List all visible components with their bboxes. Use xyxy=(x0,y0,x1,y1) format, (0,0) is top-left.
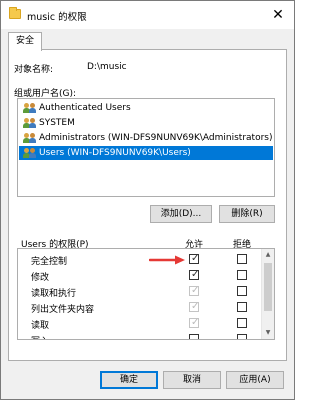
permission-row-write: 写入 xyxy=(18,331,262,339)
permission-name: 完全控制 xyxy=(31,257,68,267)
allow-checkbox: ✓ xyxy=(189,285,200,296)
permission-row-full-control: 完全控制 ✓ xyxy=(18,251,262,267)
users-group-icon xyxy=(23,103,37,113)
close-button[interactable]: ✕ xyxy=(266,4,290,26)
scroll-thumb[interactable] xyxy=(264,263,272,311)
permission-name: 列出文件夹内容 xyxy=(31,305,95,315)
permission-name: 读取和执行 xyxy=(31,289,77,299)
tab-security[interactable]: 安全 xyxy=(8,32,42,51)
allow-checkbox: ✓ xyxy=(189,317,200,328)
deny-checkbox[interactable] xyxy=(237,270,247,280)
permission-name: 写入 xyxy=(31,334,49,339)
check-icon: ✓ xyxy=(191,285,200,296)
groups-listbox[interactable]: Authenticated Users SYSTEM Administrator… xyxy=(17,98,275,197)
ok-button[interactable]: 确定 xyxy=(100,371,158,389)
list-item-label: Administrators (WIN-DFS9NUNV69K\Administ… xyxy=(39,133,273,143)
allow-checkbox[interactable] xyxy=(189,334,199,339)
allow-checkbox[interactable]: ✓ xyxy=(189,253,200,264)
allow-checkbox[interactable]: ✓ xyxy=(189,269,200,280)
tab-strip: 安全 xyxy=(8,32,287,51)
permissions-list: 完全控制 ✓ 修改 ✓ 读取和执行 ✓ 列出文件夹内容 ✓ 读取 ✓ 写入 xyxy=(17,248,275,340)
list-item-administrators[interactable]: Administrators (WIN-DFS9NUNV69K\Administ… xyxy=(19,131,273,145)
annotation-arrow-icon xyxy=(149,255,185,265)
apply-button[interactable]: 应用(A) xyxy=(226,371,284,389)
folder-icon xyxy=(9,7,21,19)
allow-checkbox: ✓ xyxy=(189,301,200,312)
deny-checkbox[interactable] xyxy=(237,254,247,264)
check-icon: ✓ xyxy=(191,301,200,312)
list-item-authenticated-users[interactable]: Authenticated Users xyxy=(19,101,273,115)
users-group-icon xyxy=(23,148,37,158)
deny-checkbox[interactable] xyxy=(237,286,247,296)
object-name-label: 对象名称: xyxy=(14,65,54,75)
permissions-dialog: music 的权限 ✕ 安全 对象名称: D:\music 组或用户名(G): … xyxy=(0,0,295,400)
list-item-label: Users (WIN-DFS9NUNV69K\Users) xyxy=(39,148,191,158)
scroll-up-icon[interactable]: ▲ xyxy=(262,249,274,261)
object-name-value: D:\music xyxy=(87,62,127,72)
permission-row-read: 读取 ✓ xyxy=(18,315,262,331)
permission-row-list-folder: 列出文件夹内容 ✓ xyxy=(18,299,262,315)
deny-checkbox[interactable] xyxy=(237,318,247,328)
deny-checkbox[interactable] xyxy=(237,302,247,312)
scroll-down-icon[interactable]: ▼ xyxy=(262,327,274,339)
permission-row-read-execute: 读取和执行 ✓ xyxy=(18,283,262,299)
deny-checkbox[interactable] xyxy=(237,334,247,339)
permissions-scrollbar[interactable]: ▲ ▼ xyxy=(261,249,274,339)
remove-button[interactable]: 删除(R) xyxy=(219,205,275,223)
list-item-label: SYSTEM xyxy=(39,118,75,128)
list-item-system[interactable]: SYSTEM xyxy=(19,116,273,130)
check-icon: ✓ xyxy=(191,253,200,264)
permission-name: 读取 xyxy=(31,321,50,331)
check-icon: ✓ xyxy=(191,269,200,280)
add-button[interactable]: 添加(D)... xyxy=(150,205,212,223)
title-bar: music 的权限 ✕ xyxy=(1,1,294,29)
check-icon: ✓ xyxy=(191,317,200,328)
cancel-button[interactable]: 取消 xyxy=(163,371,221,389)
window-title: music 的权限 xyxy=(27,12,87,23)
permission-row-modify: 修改 ✓ xyxy=(18,267,262,283)
users-group-icon xyxy=(23,118,37,128)
users-group-icon xyxy=(23,133,37,143)
permission-name: 修改 xyxy=(31,273,50,283)
list-item-users[interactable]: Users (WIN-DFS9NUNV69K\Users) xyxy=(19,146,273,160)
list-item-label: Authenticated Users xyxy=(39,103,131,113)
